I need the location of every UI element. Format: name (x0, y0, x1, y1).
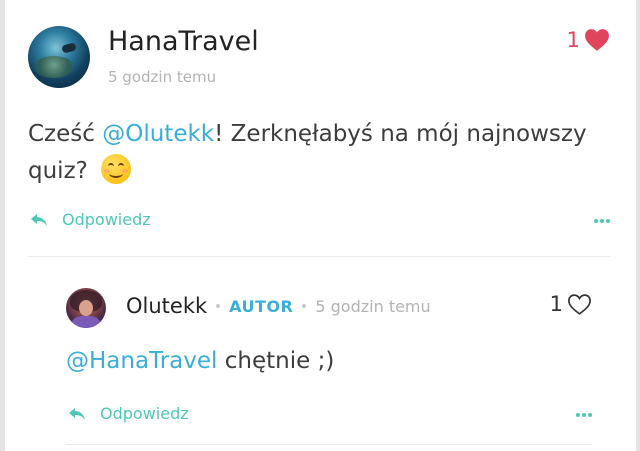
like-count: 1 (549, 292, 563, 316)
separator-dot (302, 304, 307, 308)
like-button[interactable]: 1 (567, 28, 610, 52)
reply-text: @HanaTravel chętnie ;) (66, 348, 334, 374)
avatar[interactable] (28, 26, 90, 88)
reply-text-body: chętnie ;) (217, 348, 335, 374)
more-options-icon[interactable] (594, 219, 610, 223)
reply-arrow-icon (31, 213, 47, 226)
more-options-icon[interactable] (576, 413, 592, 417)
left-edge (0, 0, 5, 451)
like-button[interactable]: 1 (550, 292, 592, 316)
comment-text-start: Cześć (28, 121, 103, 147)
divider (66, 444, 592, 445)
comment-author[interactable]: HanaTravel (108, 26, 259, 57)
comment-text: Cześć @Olutekk! Zerknęłabyś na mój najno… (28, 116, 588, 190)
reply-button[interactable]: Odpowiedz (68, 404, 189, 423)
reply-timestamp: 5 godzin temu (315, 296, 431, 316)
reply-arrow-icon (69, 407, 85, 420)
heart-filled-icon (585, 29, 609, 51)
comment-timestamp: 5 godzin temu (108, 68, 217, 86)
reply-meta: Olutekk AUTOR 5 godzin temu (126, 294, 431, 318)
avatar[interactable] (66, 288, 106, 328)
smiling-face-emoji-icon (101, 154, 132, 184)
reply-author[interactable]: Olutekk (126, 294, 207, 318)
reply-label: Odpowiedz (62, 210, 151, 229)
heart-outline-icon (568, 293, 591, 315)
author-badge: AUTOR (229, 296, 294, 316)
reply-button[interactable]: Odpowiedz (30, 210, 151, 229)
mention-link[interactable]: @Olutekk (102, 121, 214, 147)
right-edge (636, 0, 640, 451)
mention-link[interactable]: @HanaTravel (66, 348, 217, 374)
divider (28, 256, 610, 257)
like-count: 1 (566, 28, 580, 52)
separator-dot (216, 304, 221, 308)
reply-label: Odpowiedz (100, 404, 189, 423)
